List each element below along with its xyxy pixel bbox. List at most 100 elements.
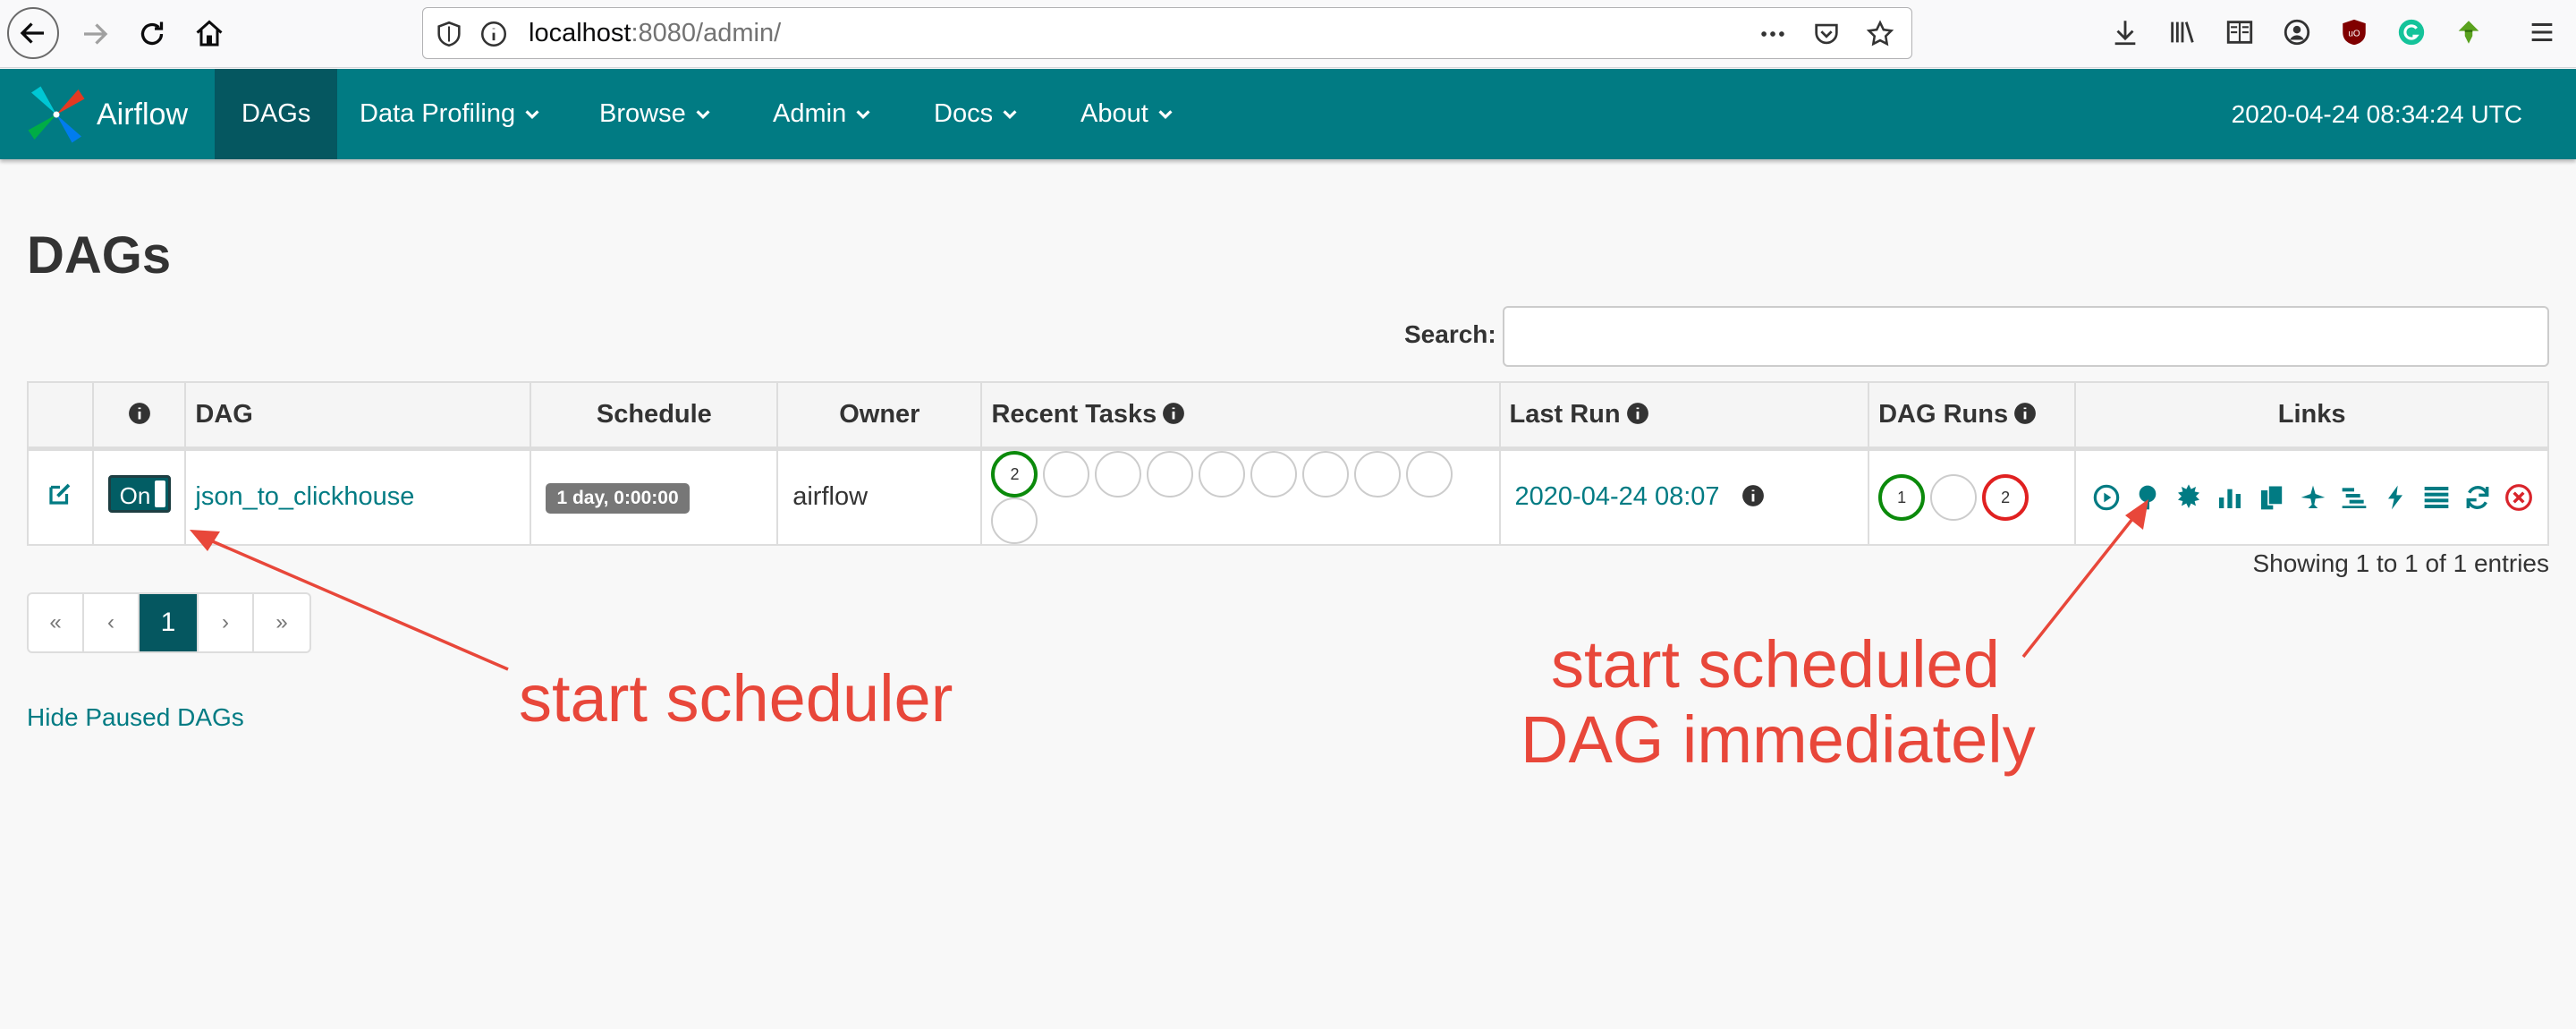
- ublock-icon[interactable]: uO: [2336, 14, 2372, 50]
- page-prev-button[interactable]: ‹: [84, 594, 140, 651]
- entries-info: Showing 1 to 1 of 1 entries: [2252, 549, 2549, 577]
- dag-run-failed-circle[interactable]: 2: [1982, 473, 2029, 521]
- download-helper-icon[interactable]: [2451, 14, 2487, 50]
- page-last-button[interactable]: »: [254, 594, 309, 651]
- pocket-icon[interactable]: [1811, 19, 1842, 49]
- dag-run-success-circle[interactable]: 1: [1878, 473, 1926, 521]
- bookmark-star-icon[interactable]: [1865, 19, 1895, 49]
- library-icon[interactable]: [2165, 14, 2200, 50]
- duration-icon[interactable]: [2216, 483, 2244, 512]
- delete-icon[interactable]: [2504, 483, 2533, 512]
- info-circle-icon[interactable]: [1626, 402, 1649, 425]
- airflow-logo-icon: [28, 86, 85, 143]
- more-dots-icon[interactable]: [1758, 19, 1788, 49]
- task-state-circle[interactable]: [1095, 450, 1142, 497]
- task-state-circle[interactable]: [1406, 450, 1453, 497]
- graph-view-icon[interactable]: [2174, 483, 2203, 512]
- info-circle-icon[interactable]: [2013, 402, 2037, 425]
- search-label: Search:: [1404, 320, 1496, 348]
- edit-icon[interactable]: [47, 480, 73, 507]
- task-state-circle[interactable]: [1354, 450, 1402, 497]
- info-circle-icon[interactable]: [1162, 402, 1185, 425]
- landing-times-icon[interactable]: [2299, 483, 2327, 512]
- home-icon[interactable]: [182, 7, 236, 61]
- table-row: On json_to_clickhouse 1 day, 0:00:00 air…: [27, 447, 2549, 546]
- grammarly-icon[interactable]: [2394, 14, 2429, 50]
- dag-run-running-circle[interactable]: [1930, 473, 1978, 521]
- page-first-button[interactable]: «: [29, 594, 84, 651]
- pagination: « ‹ 1 › »: [27, 592, 311, 653]
- nav-data-profiling-label: Data Profiling: [360, 99, 516, 128]
- back-arrow-icon[interactable]: [7, 7, 59, 59]
- dags-table: DAG Schedule Owner Recent Tasks Last Run…: [27, 381, 2549, 546]
- nav-docs-label: Docs: [934, 99, 994, 128]
- task-state-circle[interactable]: 2: [991, 450, 1038, 497]
- search-input[interactable]: [1503, 306, 2549, 367]
- recent-tasks-cell: 2: [980, 447, 1501, 546]
- logs-icon[interactable]: [2422, 483, 2451, 512]
- nav-dags[interactable]: DAGs: [215, 69, 338, 159]
- col-schedule-header[interactable]: Schedule: [530, 381, 779, 451]
- airflow-navbar: Airflow DAGs Data Profiling Browse Admin…: [0, 69, 2576, 159]
- task-state-circle[interactable]: [1043, 450, 1090, 497]
- forward-arrow-icon[interactable]: [68, 7, 122, 61]
- nav-dags-label: DAGs: [242, 99, 311, 128]
- nav-admin[interactable]: Admin: [773, 69, 873, 159]
- info-circle-icon[interactable]: [1741, 484, 1765, 507]
- shield-icon[interactable]: [434, 19, 464, 49]
- info-icon[interactable]: [479, 19, 509, 49]
- utc-clock: 2020-04-24 08:34:24 UTC: [2231, 99, 2522, 128]
- task-state-circle[interactable]: [991, 497, 1038, 544]
- schedule-badge: 1 day, 0:00:00: [546, 482, 690, 514]
- col-recent-tasks-header: Recent Tasks: [980, 381, 1501, 451]
- info-circle-icon[interactable]: [128, 402, 151, 425]
- nav-data-profiling[interactable]: Data Profiling: [360, 69, 542, 159]
- task-state-circle[interactable]: [1199, 450, 1246, 497]
- nav-about[interactable]: About: [1080, 69, 1175, 159]
- task-tries-icon[interactable]: [2258, 483, 2286, 512]
- airflow-brand[interactable]: Airflow: [25, 83, 188, 146]
- nav-browse-label: Browse: [599, 99, 686, 128]
- dag-id-cell: json_to_clickhouse: [184, 447, 532, 546]
- nav-browse[interactable]: Browse: [599, 69, 713, 159]
- col-last-run-header: Last Run: [1498, 381, 1870, 451]
- chevron-down-icon: [525, 109, 539, 119]
- col-owner-header[interactable]: Owner: [776, 381, 983, 451]
- trigger-dag-icon[interactable]: [2092, 483, 2121, 512]
- col-dag-header[interactable]: DAG: [184, 381, 532, 451]
- page-next-button[interactable]: ›: [199, 594, 254, 651]
- dag-on-off-toggle[interactable]: On: [107, 474, 171, 513]
- account-icon[interactable]: [2279, 14, 2315, 50]
- hamburger-menu-icon[interactable]: [2524, 14, 2560, 50]
- url-text: localhost:8080/admin/: [529, 19, 782, 47]
- last-run-label: Last Run: [1509, 399, 1621, 429]
- code-icon[interactable]: [2381, 483, 2410, 512]
- hide-paused-dags-link[interactable]: Hide Paused DAGs: [27, 703, 244, 732]
- annotation-start-dag-line1: start scheduled: [1551, 627, 2000, 702]
- gantt-icon[interactable]: [2340, 483, 2368, 512]
- col-edit-header: [27, 381, 94, 451]
- last-run-cell: 2020-04-24 08:07: [1498, 447, 1870, 546]
- reader-icon[interactable]: [2222, 14, 2258, 50]
- recent-tasks-label: Recent Tasks: [991, 399, 1157, 429]
- task-state-circle[interactable]: [1302, 450, 1350, 497]
- task-state-circle[interactable]: [1250, 450, 1298, 497]
- owner-cell: airflow: [776, 447, 983, 546]
- download-icon[interactable]: [2107, 14, 2143, 50]
- page-current-button[interactable]: 1: [140, 594, 199, 651]
- nav-docs[interactable]: Docs: [934, 69, 1020, 159]
- reload-icon[interactable]: [125, 7, 179, 61]
- task-state-circle[interactable]: [1147, 450, 1194, 497]
- last-run-link[interactable]: 2020-04-24 08:07: [1515, 482, 1720, 511]
- url-bar[interactable]: localhost:8080/admin/: [422, 7, 1912, 59]
- tree-view-icon[interactable]: [2133, 483, 2162, 512]
- dag-runs-cell: 12: [1868, 447, 2077, 546]
- dag-id-link[interactable]: json_to_clickhouse: [195, 482, 414, 511]
- nav-admin-label: Admin: [773, 99, 847, 128]
- page-title: DAGs: [27, 226, 172, 285]
- annotation-start-dag-line2: DAG immediately: [1521, 702, 2036, 777]
- table-header-row: DAG Schedule Owner Recent Tasks Last Run…: [27, 381, 2549, 451]
- refresh-icon[interactable]: [2463, 483, 2492, 512]
- col-links-header: Links: [2074, 381, 2549, 451]
- brand-name: Airflow: [97, 97, 189, 132]
